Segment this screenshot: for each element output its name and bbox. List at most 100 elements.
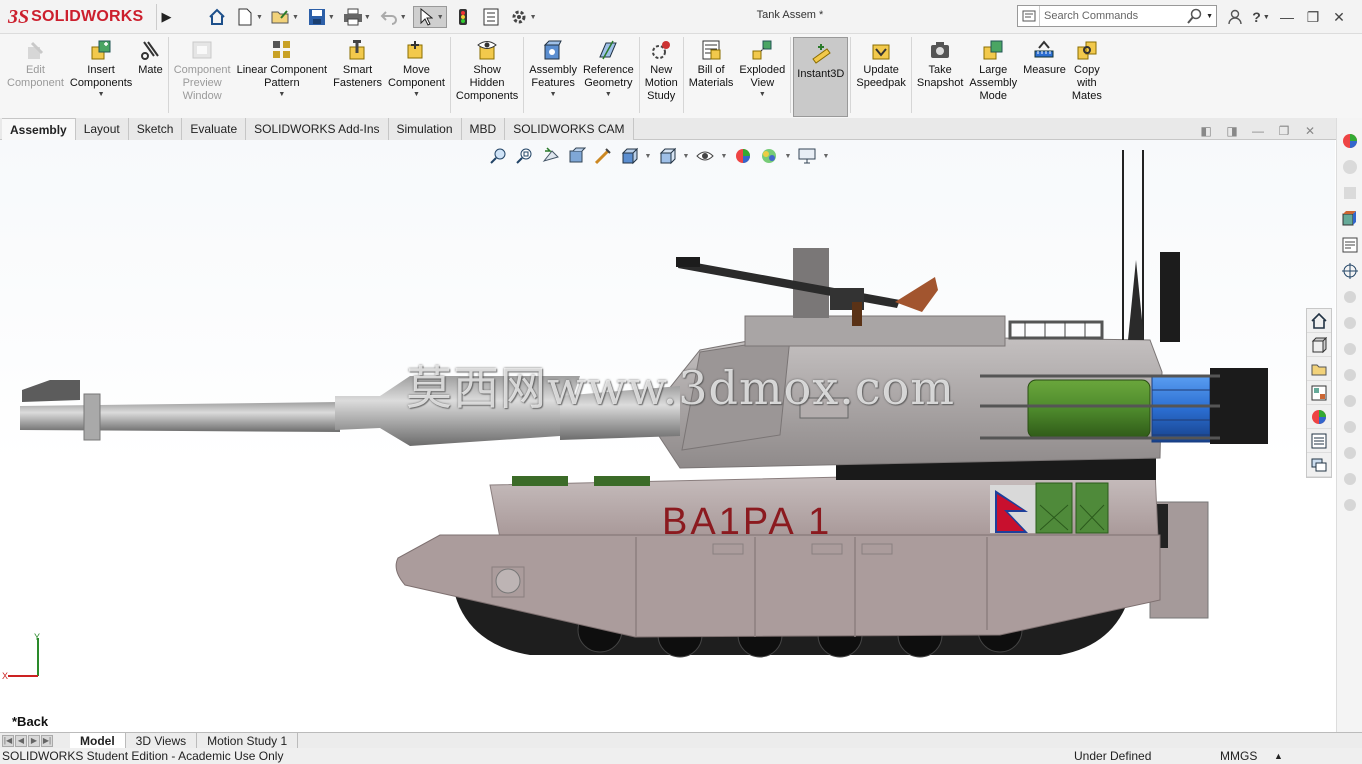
unit-system-arrow[interactable]: ▲ <box>1274 751 1283 761</box>
bill-of-materials-button[interactable]: Bill of Materials <box>686 34 737 114</box>
section-view-icon[interactable] <box>566 146 588 166</box>
apply-scene-icon[interactable] <box>758 146 780 166</box>
chevron-down-icon[interactable]: ▼ <box>759 91 766 98</box>
appearances-icon[interactable] <box>1307 405 1331 429</box>
custom-properties-icon[interactable] <box>1307 429 1331 453</box>
chevron-down-icon[interactable]: ▼ <box>98 91 105 98</box>
tab-mbd[interactable]: MBD <box>461 118 506 140</box>
edit-appearance-icon[interactable] <box>732 146 754 166</box>
chevron-down-icon[interactable]: ▼ <box>328 14 335 21</box>
options-button[interactable]: ▼ <box>507 6 539 28</box>
instant3d-button[interactable]: Instant3D <box>793 37 849 117</box>
chevron-down-icon[interactable]: ▼ <box>550 91 557 98</box>
bottom-tab-model[interactable]: Model <box>70 733 126 748</box>
search-commands[interactable]: Search Commands ▼ <box>1017 5 1217 27</box>
move-component-button[interactable]: Move Component ▼ <box>385 34 448 114</box>
chevron-down-icon[interactable]: ▼ <box>605 91 612 98</box>
take-snapshot-button[interactable]: Take Snapshot <box>914 34 966 114</box>
tab-solidworks-cam[interactable]: SOLIDWORKS CAM <box>505 118 634 140</box>
exploded-view-button[interactable]: Exploded View ▼ <box>736 34 788 114</box>
task-icon-4[interactable] <box>1339 364 1361 386</box>
unit-system[interactable]: MMGS <box>1220 749 1257 763</box>
design-library-icon[interactable] <box>1307 333 1331 357</box>
menu-expand-icon[interactable]: ▶ <box>156 4 176 30</box>
chevron-down-icon[interactable]: ▼ <box>784 146 792 166</box>
first-tab-icon[interactable]: |◀ <box>2 734 14 747</box>
open-button[interactable]: ▼ <box>269 6 301 28</box>
chevron-down-icon[interactable]: ▼ <box>682 146 690 166</box>
close-icon[interactable]: ✕ <box>1330 7 1348 27</box>
view-settings-icon[interactable] <box>796 146 818 166</box>
chevron-down-icon[interactable]: ▼ <box>413 91 420 98</box>
restore-icon[interactable]: ❐ <box>1304 7 1322 27</box>
mate-button[interactable]: Mate <box>135 34 165 114</box>
close-document-icon[interactable]: ✕ <box>1304 124 1316 138</box>
library-icon[interactable] <box>1339 182 1361 204</box>
minimize-document-icon[interactable]: — <box>1252 124 1264 138</box>
task-icon-1[interactable] <box>1339 286 1361 308</box>
new-motion-study-button[interactable]: New Motion Study <box>642 34 681 114</box>
graphics-area[interactable]: BA1PA 1 莫西网www.3dmox.com ▼ ▼ ▼ ▼ ▼ Y X *… <box>0 140 1335 732</box>
measure-button[interactable]: Measure <box>1020 34 1069 114</box>
chevron-down-icon[interactable]: ▼ <box>256 14 263 21</box>
crosshair-icon[interactable] <box>1339 260 1361 282</box>
next-window-icon[interactable]: ◨ <box>1226 124 1238 138</box>
task-icon-6[interactable] <box>1339 416 1361 438</box>
prev-tab-icon[interactable]: ◀ <box>15 734 27 747</box>
dynamic-annotation-icon[interactable] <box>592 146 614 166</box>
previous-window-icon[interactable]: ◧ <box>1200 124 1212 138</box>
appearances-scenes-icon[interactable] <box>1339 130 1361 152</box>
smart-fasteners-button[interactable]: Smart Fasteners <box>330 34 385 114</box>
task-icon-2[interactable] <box>1339 312 1361 334</box>
chevron-down-icon[interactable]: ▼ <box>1206 13 1216 20</box>
reference-geometry-button[interactable]: Reference Geometry ▼ <box>580 34 637 114</box>
edit-component-button[interactable]: Edit Component <box>4 34 67 114</box>
last-tab-icon[interactable]: ▶| <box>41 734 53 747</box>
chevron-down-icon[interactable]: ▼ <box>644 146 652 166</box>
search-scope-icon[interactable] <box>1018 6 1040 26</box>
undo-button[interactable]: ▼ <box>377 6 409 28</box>
bottom-tab-motion-study-1[interactable]: Motion Study 1 <box>197 733 299 748</box>
task-icon-7[interactable] <box>1339 442 1361 464</box>
tab-layout[interactable]: Layout <box>75 118 129 140</box>
tab-assembly[interactable]: Assembly <box>2 118 76 140</box>
search-input[interactable]: Search Commands <box>1040 10 1184 22</box>
new-document-button[interactable]: ▼ <box>233 6 265 28</box>
chevron-down-icon[interactable]: ▼ <box>437 14 444 21</box>
notes-icon[interactable] <box>1339 234 1361 256</box>
tank-model[interactable]: BA1PA 1 <box>0 140 1335 732</box>
home-button[interactable] <box>205 6 229 28</box>
task-icon-3[interactable] <box>1339 338 1361 360</box>
print-button[interactable]: ▼ <box>341 6 373 28</box>
restore-document-icon[interactable]: ❐ <box>1278 124 1290 138</box>
select-button[interactable]: ▼ <box>412 6 447 28</box>
tab-solidworks-add-ins[interactable]: SOLIDWORKS Add-Ins <box>246 118 389 140</box>
minimize-icon[interactable]: — <box>1278 7 1296 27</box>
search-icon[interactable] <box>1184 8 1206 24</box>
zoom-to-fit-icon[interactable] <box>488 146 510 166</box>
hide-show-items-icon[interactable] <box>694 146 716 166</box>
show-hidden-components-button[interactable]: Show Hidden Components <box>453 34 521 114</box>
save-button[interactable]: ▼ <box>305 6 337 28</box>
zoom-to-area-icon[interactable] <box>514 146 536 166</box>
tab-simulation[interactable]: Simulation <box>388 118 462 140</box>
task-icon-8[interactable] <box>1339 468 1361 490</box>
palette-icon[interactable] <box>1339 208 1361 230</box>
rebuild-button[interactable] <box>451 6 475 28</box>
chevron-down-icon[interactable]: ▼ <box>292 14 299 21</box>
chevron-down-icon[interactable]: ▼ <box>364 14 371 21</box>
resources-icon[interactable] <box>1339 156 1361 178</box>
home-view-icon[interactable] <box>1307 309 1331 333</box>
file-explorer-icon[interactable] <box>1307 357 1331 381</box>
chevron-down-icon[interactable]: ▼ <box>822 146 830 166</box>
update-speedpak-button[interactable]: Update Speedpak <box>853 34 909 114</box>
chevron-down-icon[interactable]: ▼ <box>278 91 285 98</box>
linear-component-pattern-button[interactable]: Linear Component Pattern ▼ <box>234 34 331 114</box>
bottom-tab-3d-views[interactable]: 3D Views <box>126 733 198 748</box>
assembly-features-button[interactable]: Assembly Features ▼ <box>526 34 580 114</box>
tab-evaluate[interactable]: Evaluate <box>182 118 247 140</box>
solidworks-logo[interactable]: 3S SOLIDWORKS <box>8 4 143 30</box>
user-icon[interactable] <box>1226 7 1244 27</box>
copy-with-mates-button[interactable]: Copy with Mates <box>1069 34 1105 114</box>
component-preview-window-button[interactable]: Component Preview Window <box>171 34 234 114</box>
